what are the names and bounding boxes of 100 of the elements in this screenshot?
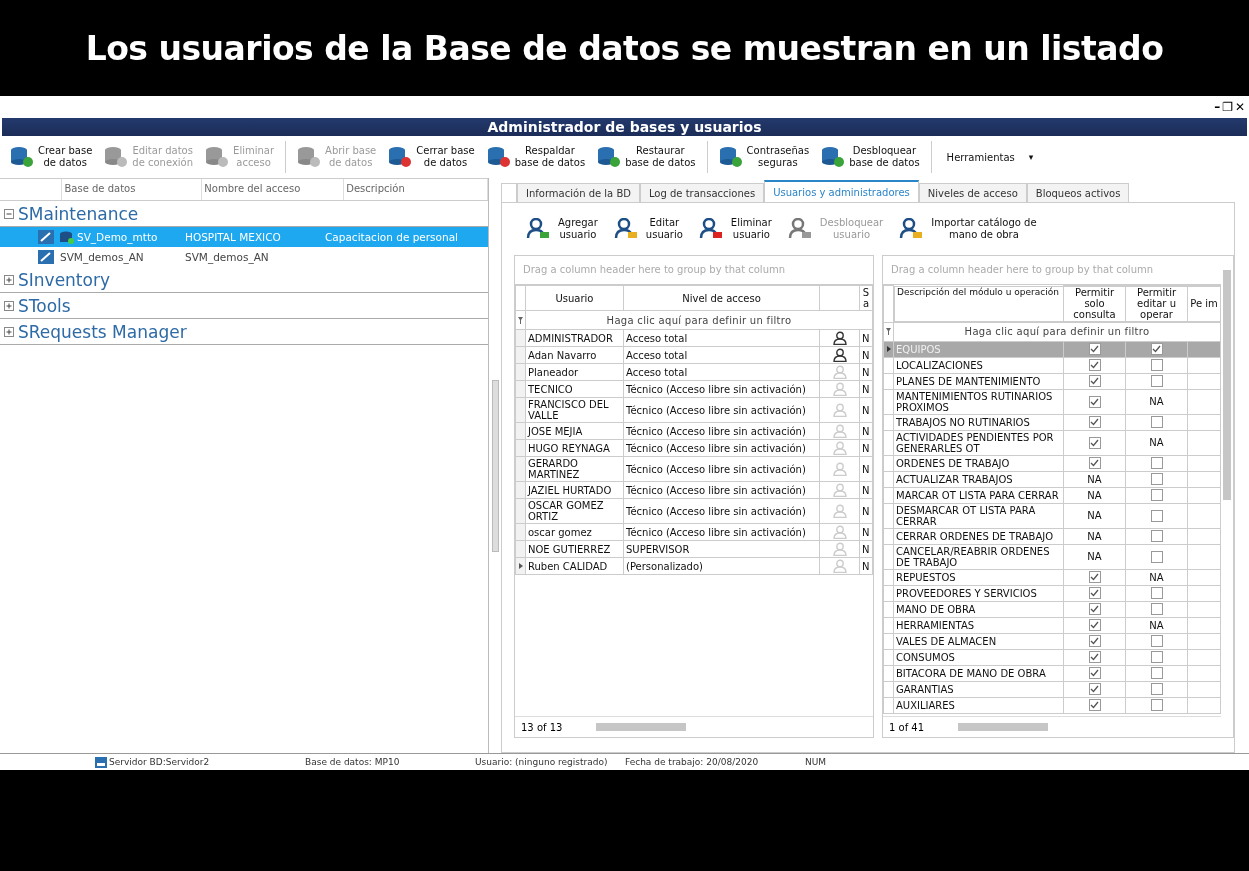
table-cell: TECNICO [525, 380, 624, 398]
user-action-button[interactable]: Agregar usuario [522, 217, 602, 241]
checkbox[interactable] [1088, 343, 1101, 355]
splitter-handle[interactable] [491, 379, 499, 552]
expand-toggle[interactable] [4, 274, 14, 285]
checkbox[interactable] [1088, 619, 1101, 631]
toolbar-button[interactable]: Cerrar base de datos [384, 145, 479, 169]
window-control[interactable]: – [1214, 100, 1221, 114]
tab[interactable]: Usuarios y administradores [764, 180, 919, 202]
checkbox[interactable] [1088, 375, 1101, 387]
group-by-hint: Drag a column header here to group by that column [883, 256, 1221, 285]
checkbox[interactable] [1150, 667, 1163, 679]
status-text: Base de datos: MP10 [305, 757, 401, 767]
database-icon [718, 146, 743, 168]
column-header[interactable]: Descripción [344, 179, 488, 200]
filter-row[interactable]: Haga clic aquí para definir un filtro [525, 310, 873, 330]
checkbox[interactable] [1150, 359, 1163, 371]
tab[interactable]: Información de la BD [517, 183, 640, 202]
expand-toggle[interactable] [4, 208, 14, 219]
user-action-button[interactable]: Eliminar usuario [694, 217, 776, 241]
filter-row[interactable]: Haga clic aquí para definir un filtro [893, 322, 1221, 341]
toolbar-button[interactable]: Restaurar base de datos [593, 145, 700, 169]
checkbox[interactable] [1088, 683, 1101, 695]
tools-menu[interactable]: Herramientas ▾ [938, 151, 1042, 163]
user-action-button[interactable]: Editar usuario [609, 217, 687, 241]
group-name[interactable]: SInventory [18, 269, 110, 290]
user-action-button[interactable]: Importar catálogo de mano de obra [895, 217, 1041, 241]
checkbox[interactable] [1088, 667, 1101, 679]
description: Capacitacion de personal [324, 231, 460, 243]
checkbox[interactable] [1088, 587, 1101, 599]
table-cell: MANO DE OBRA [893, 601, 1064, 617]
table-cell: MARCAR OT LISTA PARA CERRAR [893, 487, 1064, 503]
toolbar-button[interactable]: Respaldar base de datos [482, 145, 590, 169]
group-name[interactable]: SMaintenance [18, 203, 139, 224]
table-cell: BITACORA DE MANO DE OBRA [893, 665, 1064, 681]
expand-toggle[interactable] [4, 300, 14, 311]
database-name: SVM_demos_AN [60, 251, 144, 263]
checkbox[interactable] [1150, 530, 1163, 542]
column-header[interactable]: Usuario [525, 285, 624, 311]
checkbox[interactable] [1088, 651, 1101, 663]
checkbox[interactable] [1150, 603, 1163, 615]
table-cell: ACTUALIZAR TRABAJOS [893, 471, 1064, 487]
toolbar-button[interactable]: Desbloquear base de datos [817, 145, 924, 169]
column-header[interactable]: Base de datos [62, 179, 203, 200]
checkbox[interactable] [1088, 436, 1101, 449]
tab[interactable]: Bloqueos activos [1026, 183, 1130, 202]
table-cell: Técnico (Acceso libre sin activación) [623, 397, 820, 423]
table-cell: NA [1087, 551, 1102, 562]
group-name[interactable]: STools [18, 295, 71, 316]
table-cell: N [859, 380, 873, 398]
checkbox[interactable] [1150, 509, 1163, 522]
checkbox[interactable] [1150, 416, 1163, 428]
table-cell: Técnico (Acceso libre sin activación) [623, 380, 820, 398]
checkbox[interactable] [1150, 699, 1163, 711]
tab[interactable]: Niveles de acceso [918, 183, 1027, 202]
column-header[interactable]: Pe im [1187, 285, 1221, 322]
table-cell: TRABAJOS NO RUTINARIOS [893, 414, 1064, 430]
checkbox[interactable] [1088, 395, 1101, 408]
database-row[interactable]: SVM_demos_AN SVM_demos_AN [0, 247, 488, 267]
table-cell: NA [1149, 437, 1164, 448]
column-header[interactable]: Nivel de acceso [623, 285, 820, 311]
checkbox[interactable] [1088, 603, 1101, 615]
column-header[interactable]: Nombre del acceso [202, 179, 345, 200]
toolbar-button[interactable]: Crear base de datos [6, 145, 97, 169]
checkbox[interactable] [1150, 550, 1163, 563]
checkbox[interactable] [1150, 343, 1163, 355]
table-cell: CONSUMOS [893, 649, 1064, 665]
checkbox[interactable] [1150, 473, 1163, 485]
checkbox[interactable] [1088, 635, 1101, 647]
window-control[interactable]: ✕ [1234, 100, 1245, 114]
tab[interactable]: Log de transacciones [639, 183, 765, 202]
checkbox[interactable] [1150, 587, 1163, 599]
column-header[interactable]: S a [859, 285, 873, 311]
expand-toggle[interactable] [4, 326, 14, 337]
row-indicator[interactable] [515, 557, 526, 575]
toolbar-button[interactable]: Contraseñas seguras [714, 145, 814, 169]
checkbox[interactable] [1150, 635, 1163, 647]
table-cell: NA [1087, 473, 1102, 485]
table-cell: PLANES DE MANTENIMIENTO [893, 373, 1064, 389]
table-cell: Técnico (Acceso libre sin activación) [623, 422, 820, 440]
group-name[interactable]: SRequests Manager [18, 321, 187, 342]
table-cell: JOSE MEJIA [525, 422, 624, 440]
column-header[interactable]: Permitir solo consulta [1063, 285, 1126, 322]
checkbox[interactable] [1088, 571, 1101, 583]
window-control[interactable]: ❐ [1222, 100, 1233, 114]
checkbox[interactable] [1150, 457, 1163, 469]
checkbox[interactable] [1088, 359, 1101, 371]
checkbox[interactable] [1088, 416, 1101, 428]
checkbox[interactable] [1150, 375, 1163, 387]
table-cell: Técnico (Acceso libre sin activación) [623, 498, 820, 524]
database-icon [60, 230, 74, 244]
checkbox[interactable] [1150, 489, 1163, 501]
checkbox[interactable] [1088, 699, 1101, 711]
database-icon [388, 146, 413, 168]
checkbox[interactable] [1150, 683, 1163, 695]
column-header[interactable]: Permitir editar u operar [1125, 285, 1188, 322]
checkbox[interactable] [1088, 457, 1101, 469]
table-cell: ACTIVIDADES PENDIENTES POR GENERARLES OT [893, 430, 1064, 455]
checkbox[interactable] [1150, 651, 1163, 663]
group-by-hint: Drag a column header here to group by that column [515, 256, 873, 285]
